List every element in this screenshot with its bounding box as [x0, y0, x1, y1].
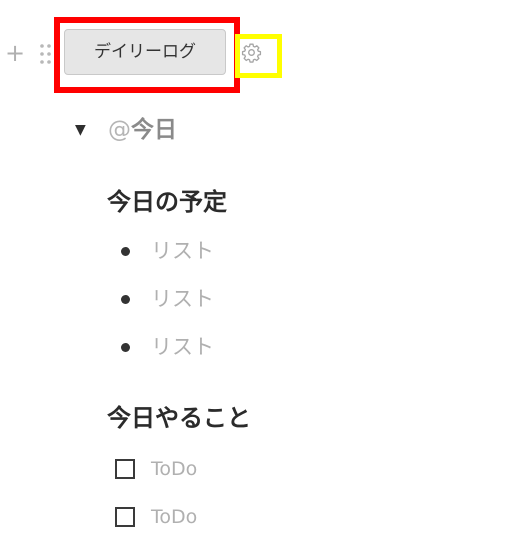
- section-heading-todo: 今日やること: [107, 404, 251, 432]
- toggle-triangle-icon[interactable]: ▼: [75, 121, 89, 139]
- template-button[interactable]: デイリーログ: [64, 29, 226, 75]
- notion-page: + デイリーログ ▼ @今日 今日の予定 リスト リスト リスト 今日やること …: [0, 0, 525, 534]
- toggle-title-text: 今日: [131, 117, 177, 143]
- list-item-text[interactable]: リスト: [151, 331, 214, 363]
- todo-text[interactable]: ToDo: [151, 454, 197, 484]
- gear-icon[interactable]: [241, 42, 262, 63]
- drag-handle-icon[interactable]: [39, 43, 53, 65]
- bullet-dot-icon: [121, 295, 130, 304]
- bullet-dot-icon: [121, 343, 130, 352]
- todo-checkbox[interactable]: [115, 507, 135, 527]
- section-heading-schedule: 今日の予定: [107, 188, 227, 216]
- todo-text[interactable]: ToDo: [151, 502, 197, 532]
- list-item-text[interactable]: リスト: [151, 283, 214, 315]
- bullet-dot-icon: [121, 247, 130, 256]
- plus-icon[interactable]: +: [4, 38, 26, 68]
- list-item-text[interactable]: リスト: [151, 235, 214, 267]
- toggle-title[interactable]: @今日: [108, 113, 177, 147]
- todo-checkbox[interactable]: [115, 459, 135, 479]
- date-mention-symbol: @: [108, 117, 131, 143]
